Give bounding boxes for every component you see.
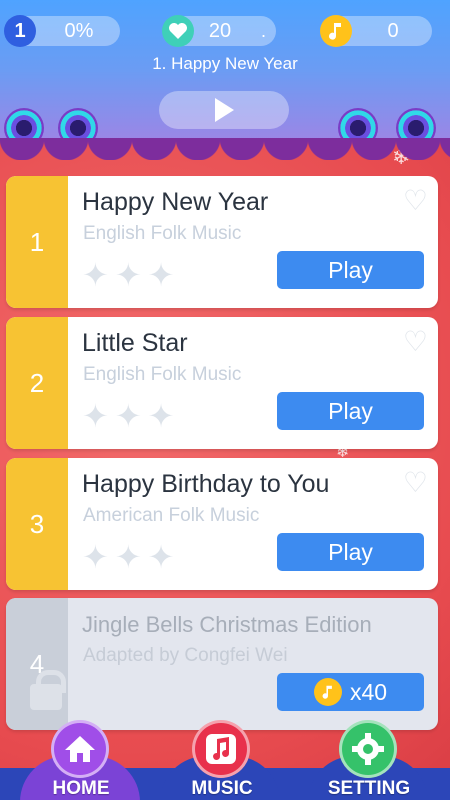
song-subtitle: American Folk Music — [83, 505, 260, 526]
song-title: Little Star — [82, 329, 188, 357]
heart-icon — [162, 15, 194, 47]
gear-icon — [339, 720, 397, 778]
lock-icon — [30, 670, 66, 710]
star-icon: ✦ — [114, 539, 148, 575]
play-current-button[interactable] — [159, 91, 289, 129]
level-number: 1 — [14, 20, 26, 42]
song-card: 1 Happy New Year English Folk Music ✦✦✦ … — [6, 176, 438, 308]
top-bar: 1 0% 20 . 0 1. Happy New Year — [0, 0, 450, 148]
lives-pill: 20 . — [162, 15, 276, 47]
song-subtitle: English Folk Music — [83, 223, 242, 244]
song-card: 3 Happy Birthday to You American Folk Mu… — [6, 458, 438, 590]
star-icon: ✦ — [114, 398, 148, 434]
home-icon — [51, 720, 109, 778]
star-rating: ✦✦✦ — [82, 397, 180, 435]
song-subtitle: English Folk Music — [83, 364, 242, 385]
song-subtitle: Adapted by Congfei Wei — [83, 645, 288, 666]
nav-setting-label: SETTING — [327, 778, 411, 799]
star-icon: ✦ — [114, 257, 148, 293]
level-progress: 0% — [64, 20, 94, 42]
song-card: 2 Little Star English Folk Music ✦✦✦ ♡ P… — [6, 317, 438, 449]
favorite-heart-icon[interactable]: ♡ — [403, 466, 428, 499]
song-card-locked: 4 Jingle Bells Christmas Edition Adapted… — [6, 598, 438, 730]
play-button[interactable]: Play — [277, 251, 424, 289]
song-number: 1 — [6, 176, 68, 308]
play-button[interactable]: Play — [277, 533, 424, 571]
song-title: Happy New Year — [82, 188, 269, 216]
lives-suffix: . — [260, 21, 266, 41]
song-number: 4 — [6, 598, 68, 730]
play-icon — [215, 98, 234, 122]
play-button[interactable]: Play — [277, 392, 424, 430]
music-note-coin-icon — [320, 15, 352, 47]
star-rating: ✦✦✦ — [82, 256, 180, 294]
unlock-price: x40 — [349, 678, 388, 705]
nav-home-label: HOME — [52, 778, 110, 799]
coins-count: 0 — [387, 20, 399, 42]
nav-home[interactable]: HOME — [26, 720, 136, 800]
current-song-title: 1. Happy New Year — [152, 54, 298, 73]
song-title: Jingle Bells Christmas Edition — [82, 612, 372, 637]
star-icon: ✦ — [82, 539, 115, 575]
nav-music-label: MUSIC — [191, 778, 253, 799]
star-icon: ✦ — [147, 539, 181, 575]
song-title: Happy Birthday to You — [82, 470, 330, 498]
star-icon: ✦ — [82, 257, 115, 293]
music-note-icon — [192, 720, 250, 778]
nav-setting[interactable]: SETTING — [314, 720, 424, 800]
star-icon: ✦ — [82, 398, 115, 434]
star-icon: ✦ — [147, 398, 181, 434]
nav-music[interactable]: MUSIC — [167, 720, 277, 800]
bottom-nav: HOME MUSIC SETTING — [0, 720, 450, 800]
scallop-border — [0, 138, 450, 160]
favorite-heart-icon[interactable]: ♡ — [403, 184, 428, 217]
star-icon: ✦ — [147, 257, 181, 293]
level-progress-pill: 1 0% — [4, 15, 120, 47]
star-rating: ✦✦✦ — [82, 538, 180, 576]
song-number: 2 — [6, 317, 68, 449]
unlock-button[interactable]: x40 — [277, 673, 424, 711]
favorite-heart-icon[interactable]: ♡ — [403, 325, 428, 358]
song-number: 3 — [6, 458, 68, 590]
lives-count: 20 — [208, 20, 232, 42]
music-note-coin-icon — [313, 678, 342, 706]
coins-pill: 0 — [320, 15, 432, 47]
level-badge: 1 — [4, 15, 36, 47]
